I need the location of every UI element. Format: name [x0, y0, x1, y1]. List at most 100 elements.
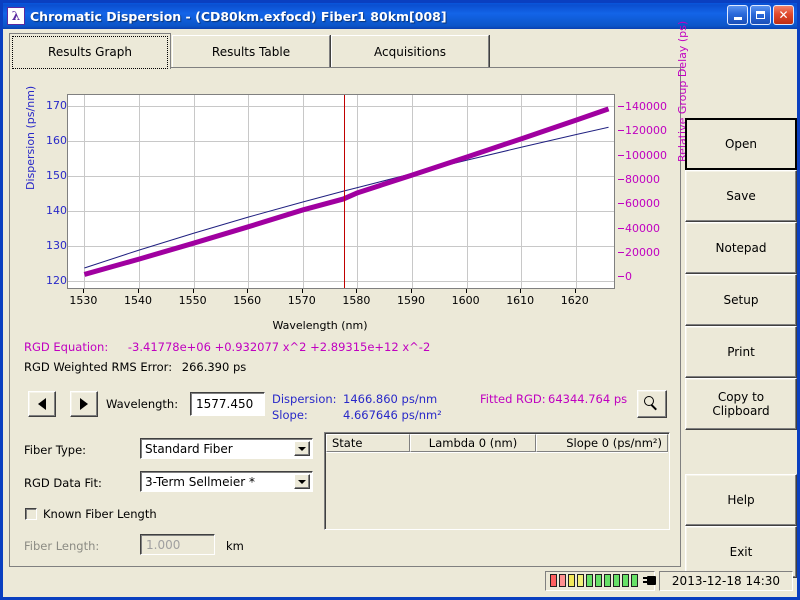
- chevron-down-icon[interactable]: [294, 441, 310, 456]
- tab-results-table[interactable]: Results Table: [172, 35, 330, 67]
- x-tick-label: 1570: [282, 287, 322, 307]
- x-tick-label: 1550: [173, 287, 213, 307]
- battery-bar: [559, 574, 566, 587]
- x-tick-label: 1530: [63, 287, 103, 307]
- rms-error-value: 266.390 ps: [181, 360, 247, 374]
- fiber-length-input[interactable]: 1.000: [140, 534, 215, 555]
- battery-bar: [586, 574, 593, 587]
- y-tick-label-right: 100000: [618, 150, 685, 161]
- rgd-rms-error-row: RGD Weighted RMS Error: 266.390 ps: [24, 360, 246, 374]
- known-fiber-length-checkbox[interactable]: [25, 508, 37, 520]
- y-tick-label-right: 60000: [618, 198, 685, 209]
- sidebar-item-label: Save: [726, 189, 756, 203]
- x-tick-label: 1560: [227, 287, 267, 307]
- fiber-type-value: Standard Fiber: [145, 441, 233, 456]
- fitted-rgd-value: 64344.764 ps: [548, 392, 628, 406]
- sidebar-item-label: Print: [727, 345, 755, 359]
- y-tick-label-right: 40000: [618, 223, 685, 234]
- power-plug-icon: [643, 574, 658, 587]
- rgd-equation-value: -3.41778e+06 +0.932077 x^2 +2.89315e+12 …: [127, 340, 431, 354]
- fitted-rgd-label: Fitted RGD:: [480, 392, 546, 406]
- slope-value: 4.667646 ps/nm²: [343, 408, 442, 422]
- maximize-button[interactable]: [750, 5, 771, 25]
- battery-bar: [550, 574, 557, 587]
- x-tick-label: 1580: [336, 287, 376, 307]
- window-buttons: ✕: [727, 5, 794, 25]
- tab-results-graph[interactable]: Results Graph: [9, 33, 171, 69]
- table-body[interactable]: [326, 452, 668, 528]
- wavelength-label: Wavelength:: [106, 397, 179, 411]
- wavelength-value: 1577.450: [196, 397, 254, 411]
- chevron-down-icon[interactable]: [294, 474, 310, 489]
- fiber-length-unit: km: [226, 539, 244, 553]
- magnifier-icon: [644, 396, 660, 412]
- triangle-left-icon: [38, 398, 46, 410]
- rgd-equation-label: RGD Equation:: [24, 340, 109, 354]
- x-axis-label: Wavelength (nm): [272, 319, 368, 332]
- fiber-length-value: 1.000: [146, 537, 181, 552]
- sidebar-item-copy-to-clipboard[interactable]: Copy to Clipboard: [685, 378, 797, 430]
- zero-dispersion-table[interactable]: State Lambda 0 (nm) Slope 0 (ps/nm²): [324, 432, 670, 530]
- wavelength-cursor-line[interactable]: [343, 95, 345, 288]
- sidebar-buttons: Open Save Notepad Setup Print Copy to Cl…: [685, 33, 797, 578]
- sidebar-item-notepad[interactable]: Notepad: [685, 222, 797, 274]
- dispersion-label: Dispersion:: [272, 392, 337, 406]
- battery-bar: [613, 574, 620, 587]
- battery-bar: [595, 574, 602, 587]
- y-tick-label-right: 20000: [618, 247, 685, 258]
- sidebar-item-open[interactable]: Open: [685, 118, 797, 170]
- battery-bar: [604, 574, 611, 587]
- sidebar-item-save[interactable]: Save: [685, 170, 797, 222]
- wavelength-controls: Wavelength: 1577.450 Dispersion: 1466.86…: [10, 384, 680, 426]
- sidebar-item-print[interactable]: Print: [685, 326, 797, 378]
- sidebar-item-label: Help: [727, 493, 755, 507]
- battery-bar: [631, 574, 638, 587]
- y-tick-label-right: 120000: [618, 125, 685, 136]
- slope-label: Slope:: [272, 408, 308, 422]
- sidebar-item-label: Exit: [729, 545, 753, 559]
- chart-curves: [83, 106, 610, 277]
- tab-label: Results Graph: [48, 44, 132, 59]
- fiber-length-label: Fiber Length:: [24, 539, 100, 553]
- wavelength-input[interactable]: 1577.450: [190, 392, 265, 416]
- tab-strip: Results Graph Results Table Acquisitions: [9, 33, 681, 69]
- table-header-row: State Lambda 0 (nm) Slope 0 (ps/nm²): [326, 434, 668, 452]
- plot-area[interactable]: [67, 94, 615, 289]
- sidebar-item-help[interactable]: Help: [685, 474, 797, 526]
- rgd-data-fit-select[interactable]: 3-Term Sellmeier *: [140, 471, 313, 492]
- y-tick-label-right: 140000: [618, 101, 685, 112]
- x-tick-label: 1590: [391, 287, 431, 307]
- zoom-button[interactable]: [637, 390, 667, 418]
- x-tick-label: 1540: [118, 287, 158, 307]
- minimize-button[interactable]: [727, 5, 748, 25]
- tab-panel-results-graph: Dispersion (ps/nm) Relative Group Delay …: [9, 21, 689, 567]
- sidebar-item-label: Open: [724, 137, 758, 151]
- triangle-right-icon: [80, 398, 88, 410]
- chart-series-line: [83, 106, 610, 277]
- tab-acquisitions[interactable]: Acquisitions: [331, 35, 489, 67]
- window-title: Chromatic Dispersion - (CD80km.exfocd) F…: [30, 8, 447, 24]
- next-wavelength-button[interactable]: [70, 391, 98, 417]
- column-header-lambda0[interactable]: Lambda 0 (nm): [410, 434, 536, 452]
- lambda-icon: λ: [7, 7, 25, 25]
- battery-bar: [577, 574, 584, 587]
- close-icon[interactable]: ✕: [773, 5, 794, 25]
- rgd-equation-row: RGD Equation: -3.41778e+06 +0.932077 x^2…: [24, 340, 430, 354]
- tab-label: Acquisitions: [374, 44, 446, 59]
- fiber-type-select[interactable]: Standard Fiber: [140, 438, 313, 459]
- prev-wavelength-button[interactable]: [28, 391, 56, 417]
- battery-bar: [568, 574, 575, 587]
- battery-bar: [622, 574, 629, 587]
- sidebar-item-label: Notepad: [715, 241, 767, 255]
- status-bar: 2013-12-18 14:30: [9, 571, 797, 593]
- sidebar-item-label: Setup: [723, 293, 759, 307]
- known-fiber-length-label: Known Fiber Length: [43, 507, 157, 521]
- sidebar-item-label: Copy to Clipboard: [712, 390, 770, 418]
- fiber-type-label: Fiber Type:: [24, 443, 87, 457]
- column-header-state[interactable]: State: [326, 434, 410, 452]
- y-tick-label-right: 80000: [618, 174, 685, 185]
- battery-panel: [545, 571, 658, 591]
- column-header-slope0[interactable]: Slope 0 (ps/nm²): [536, 434, 668, 452]
- tab-label: Results Table: [211, 44, 291, 59]
- sidebar-item-setup[interactable]: Setup: [685, 274, 797, 326]
